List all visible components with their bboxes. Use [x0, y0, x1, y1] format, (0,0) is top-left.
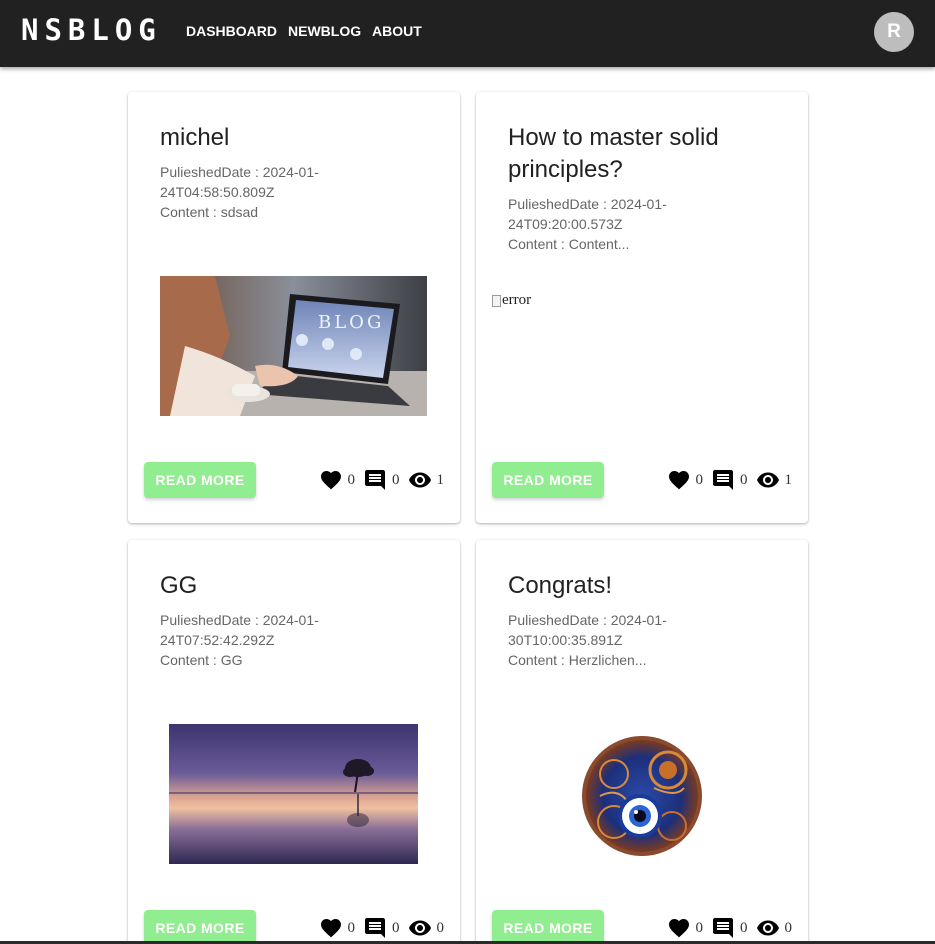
- view-count: 1: [784, 471, 793, 488]
- blog-card: GG PulieshedDate : 2024-01-24T07:52:42.2…: [128, 540, 460, 944]
- nav-dashboard-link[interactable]: DASHBOARD: [186, 23, 277, 39]
- blog-card-content: Content : Herzlichen...: [508, 652, 647, 668]
- heart-icon[interactable]: [319, 916, 343, 940]
- read-more-button[interactable]: READ MORE: [144, 910, 256, 944]
- comment-icon[interactable]: [363, 468, 387, 492]
- blog-card-title: Congrats!: [508, 572, 613, 599]
- like-count: 0: [695, 919, 704, 936]
- view-count: 0: [436, 919, 445, 936]
- read-more-button[interactable]: READ MORE: [144, 462, 256, 498]
- blog-card-title: GG: [160, 572, 198, 599]
- read-more-button[interactable]: READ MORE: [492, 910, 604, 944]
- laptop-blog-photo: BLOG: [160, 276, 427, 416]
- blog-card: How to master solid principles? Pulieshe…: [476, 92, 808, 523]
- comment-icon[interactable]: [363, 916, 387, 940]
- blog-card-stats: 0 0 1: [319, 468, 445, 492]
- read-more-button[interactable]: READ MORE: [492, 462, 604, 498]
- comment-count: 0: [392, 471, 400, 488]
- blog-card-image: BLOG: [160, 276, 427, 416]
- evil-eye-pendant-photo: [582, 736, 702, 856]
- svg-text:BLOG: BLOG: [318, 312, 384, 333]
- eye-icon[interactable]: [756, 468, 780, 492]
- blog-card: michel PulieshedDate : 2024-01-24T04:58:…: [128, 92, 460, 523]
- blog-card-published-date: PulieshedDate : 2024-01-24T09:20:00.573Z: [508, 196, 667, 232]
- broken-image-alt-text: error: [502, 292, 532, 308]
- blog-card-title: michel: [160, 124, 230, 151]
- lake-sunset-tree-photo: [169, 724, 418, 864]
- broken-image: error: [492, 292, 531, 309]
- nav-about-link[interactable]: ABOUT: [372, 23, 422, 39]
- blog-card-stats: 0 0 0: [319, 916, 445, 940]
- comment-count: 0: [740, 471, 748, 488]
- comment-count: 0: [392, 919, 400, 936]
- blog-card-published-date: PulieshedDate : 2024-01-24T04:58:50.809Z: [160, 164, 319, 200]
- blog-card-content: Content : sdsad: [160, 204, 259, 220]
- blog-card-stats: 0 0 0: [667, 916, 793, 940]
- like-count: 0: [347, 471, 356, 488]
- heart-icon[interactable]: [667, 916, 691, 940]
- user-avatar[interactable]: R: [874, 12, 914, 52]
- blog-card: Congrats! PulieshedDate : 2024-01-30T10:…: [476, 540, 808, 944]
- blog-card-content: Content : GG: [160, 652, 243, 668]
- comment-icon[interactable]: [711, 916, 735, 940]
- view-count: 1: [436, 471, 445, 488]
- eye-icon[interactable]: [756, 916, 780, 940]
- heart-icon[interactable]: [667, 468, 691, 492]
- blog-card-title: How to master solid principles?: [508, 124, 719, 183]
- eye-icon[interactable]: [408, 916, 432, 940]
- nav-newblog-link[interactable]: NEWBLOG: [288, 23, 361, 39]
- blog-card-stats: 0 0 1: [667, 468, 793, 492]
- app-bar: NSBLOG DASHBOARD NEWBLOG ABOUT R: [0, 0, 935, 67]
- blog-card-image: [580, 726, 704, 862]
- comment-count: 0: [740, 919, 748, 936]
- blog-card-published-date: PulieshedDate : 2024-01-24T07:52:42.292Z: [160, 612, 319, 648]
- heart-icon[interactable]: [319, 468, 343, 492]
- blog-card-image: [169, 724, 418, 864]
- like-count: 0: [695, 471, 704, 488]
- eye-icon[interactable]: [408, 468, 432, 492]
- brand-logo[interactable]: NSBLOG: [21, 13, 162, 47]
- broken-image-icon: [492, 294, 501, 307]
- like-count: 0: [347, 919, 356, 936]
- blog-card-content: Content : Content...: [508, 236, 630, 252]
- comment-icon[interactable]: [711, 468, 735, 492]
- view-count: 0: [784, 919, 793, 936]
- blog-card-published-date: PulieshedDate : 2024-01-30T10:00:35.891Z: [508, 612, 667, 648]
